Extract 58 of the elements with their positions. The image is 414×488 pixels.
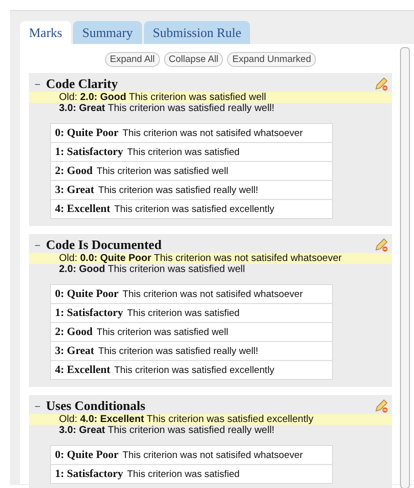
old-mark-text: Old: 2.0: Good This criterion was satisfied well [29, 92, 392, 103]
level-name: 0: Quite Poor [55, 126, 119, 141]
rubric-row[interactable]: 3: Great This criterion was satisfied really well! [51, 341, 332, 360]
level-description: This criterion was not satisifed whatsoever [122, 127, 303, 141]
level-description: This criterion was satisfied [127, 146, 240, 160]
old-mark-text: Old: 4.0: Excellent This criterion was satisfied excellently [29, 414, 392, 425]
tab[interactable]: Marks [20, 21, 72, 44]
level-description: This criterion was not satisifed whatsoever [122, 449, 303, 463]
rubric-row[interactable]: 1: Satisfactory This criterion was satisfied [51, 142, 332, 161]
level-description: This criterion was satisfied excellently [114, 203, 274, 217]
level-name: 0: Quite Poor [55, 448, 119, 463]
level-name: 1: Satisfactory [55, 306, 124, 321]
rubric-row[interactable]: 0: Quite Poor This criterion was not satisifed whatsoever [51, 124, 332, 142]
pencil-icon[interactable] [374, 399, 388, 413]
level-name: 3: Great [55, 183, 94, 198]
level-description: This criterion was satisfied well [96, 326, 228, 340]
level-name: 4: Excellent [55, 363, 110, 378]
rubric-row[interactable]: 1: Satisfactory This criterion was satisfied [51, 303, 332, 322]
level-description: This criterion was not satisifed whatsoever [122, 288, 303, 302]
level-name: 4: Excellent [55, 202, 110, 217]
rubric-row[interactable]: 2: Good This criterion was satisfied well [51, 161, 332, 180]
old-mark-text: Old: 0.0: Quite Poor This criterion was not satisifed whatsoever [29, 253, 392, 264]
rubric-row[interactable]: 3: Great This criterion was satisfied really well! [51, 180, 332, 199]
level-description: This criterion was satisfied well [96, 165, 228, 179]
level-description: This criterion was satisfied [127, 468, 240, 482]
minus-icon[interactable] [35, 404, 40, 408]
toolbar-button[interactable]: Collapse All [164, 52, 224, 67]
level-name: 1: Satisfactory [55, 145, 124, 160]
minus-icon[interactable] [35, 242, 40, 248]
rubric-row[interactable]: 4: Excellent This criterion was satisfied excellently [51, 199, 332, 218]
level-name: 1: Satisfactory [55, 467, 124, 482]
level-description: This criterion was satisfied really well! [98, 345, 258, 359]
toolbar-button[interactable]: Expand Unmarked [227, 52, 316, 67]
criterion-title: Code Is Documented [46, 237, 163, 253]
rubric-row[interactable]: 4: Excellent This criterion was satisfied excellently [51, 360, 332, 379]
tab[interactable]: Summary [73, 21, 142, 44]
tab[interactable]: Submission Rule [144, 21, 250, 44]
new-mark-text: 2.0: Good This criterion was satisfied well [58, 264, 246, 275]
new-mark-text: 3.0: Great This criterion was satisfied really well! [58, 425, 276, 436]
level-name: 2: Good [55, 164, 93, 179]
level-description: This criterion was satisfied excellently [114, 364, 274, 378]
rubric-row[interactable]: 2: Good This criterion was satisfied well [51, 322, 332, 341]
rubric-row[interactable]: 1: Satisfactory This criterion was satisfied [51, 464, 332, 483]
pencil-icon[interactable] [374, 77, 388, 91]
minus-icon[interactable] [35, 82, 40, 86]
rubric-row[interactable]: 0: Quite Poor This criterion was not satisifed whatsoever [51, 446, 332, 464]
level-name: 2: Good [55, 325, 93, 340]
toolbar-button[interactable]: Expand All [104, 52, 160, 67]
rubric-row[interactable]: 0: Quite Poor This criterion was not satisifed whatsoever [51, 285, 332, 303]
scrollbar[interactable] [400, 47, 410, 488]
level-name: 0: Quite Poor [55, 287, 119, 302]
level-description: This criterion was satisfied [127, 307, 240, 321]
criterion-title: Code Clarity [46, 76, 119, 92]
pencil-icon[interactable] [374, 238, 388, 252]
level-description: This criterion was satisfied really well! [98, 184, 258, 198]
level-name: 3: Great [55, 344, 94, 359]
criterion-title: Uses Conditionals [46, 398, 146, 414]
new-mark-text: 3.0: Great This criterion was satisfied really well! [58, 103, 276, 114]
